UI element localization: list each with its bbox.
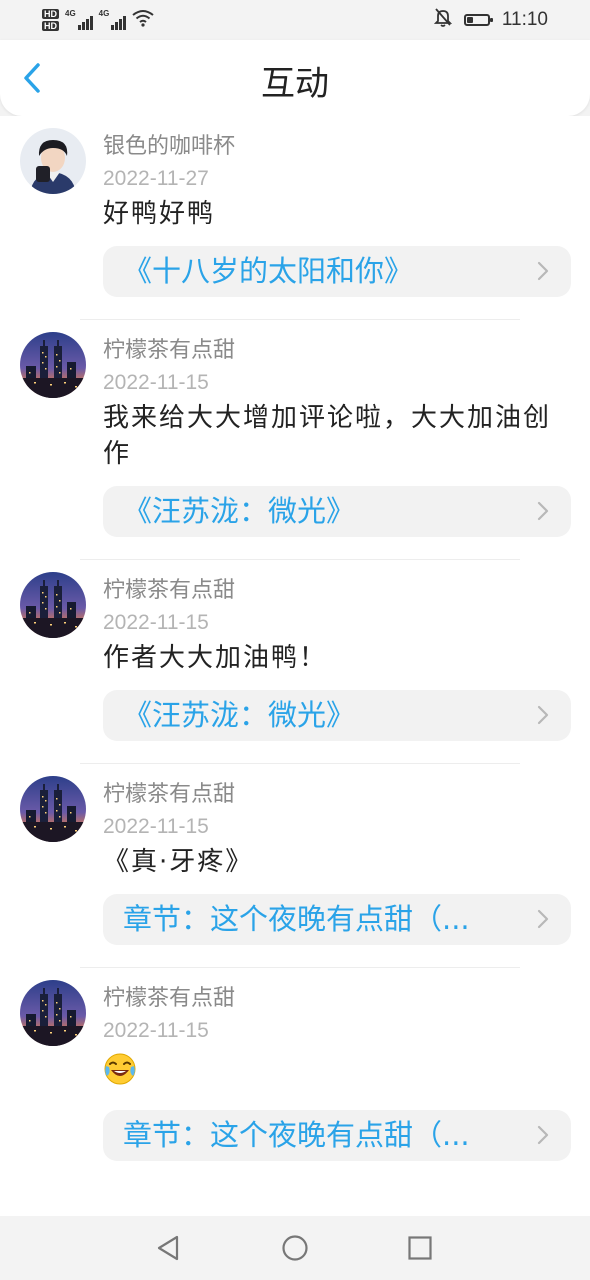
comment-source-link[interactable]: 《汪苏泷：微光》: [103, 486, 571, 537]
chevron-right-icon: [537, 501, 549, 521]
comment-username[interactable]: 柠檬茶有点甜: [103, 778, 572, 812]
comment-username[interactable]: 柠檬茶有点甜: [103, 334, 572, 368]
hd-badge: HD: [42, 21, 59, 31]
avatar[interactable]: [20, 332, 86, 398]
comment-item: 柠檬茶有点甜 2022-11-15 我来给大大增加评论啦，大大加油创作《汪苏泷：微光…: [0, 320, 590, 537]
comment-text: 我来给大大增加评论啦，大大加油创作: [103, 403, 552, 469]
page-title: 互动: [261, 64, 329, 104]
battery-icon: [463, 14, 493, 26]
network-type-label: 4G: [65, 9, 76, 18]
comment-item: 柠檬茶有点甜 2022-11-15 《真·牙疼》章节：这个夜晚有点甜（...: [0, 764, 590, 945]
signal-icon: 4G: [65, 10, 93, 30]
comment-source-title: 《汪苏泷：微光》: [123, 698, 356, 732]
status-bar: HD HD 4G 4G 11:10: [0, 0, 590, 40]
chevron-right-icon: [537, 705, 549, 725]
square-recents-icon: [408, 1236, 432, 1260]
chevron-right-icon: [537, 261, 549, 281]
status-bar-left: HD HD 4G 4G: [42, 4, 154, 36]
comment-date: 2022-11-15: [103, 371, 209, 394]
triangle-back-icon: [157, 1235, 179, 1261]
comment-item: 银色的咖啡杯 2022-11-27 好鸭好鸭《十八岁的太阳和你》: [0, 116, 590, 297]
comment-date: 2022-11-15: [103, 611, 209, 634]
hd-indicators: HD HD: [42, 9, 59, 31]
avatar[interactable]: [20, 980, 86, 1046]
comment-username[interactable]: 柠檬茶有点甜: [103, 982, 572, 1016]
comment-source-link[interactable]: 《汪苏泷：微光》: [103, 690, 571, 741]
circle-home-icon: [282, 1235, 308, 1261]
header: 互动: [0, 40, 590, 116]
chevron-right-icon: [537, 1125, 549, 1145]
comment-item: 柠檬茶有点甜 2022-11-15 章节：这个夜晚有点甜（...: [0, 968, 590, 1161]
comment-source-link[interactable]: 章节：这个夜晚有点甜（...: [103, 894, 571, 945]
comment-source-link[interactable]: 章节：这个夜晚有点甜（...: [103, 1110, 571, 1161]
comment-username[interactable]: 柠檬茶有点甜: [103, 574, 572, 608]
chevron-right-icon: [537, 909, 549, 929]
status-bar-right: 11:10: [433, 0, 548, 40]
comment-source-title: 《汪苏泷：微光》: [123, 494, 356, 528]
nav-recents-button[interactable]: [402, 1230, 438, 1266]
comment-text: [103, 1048, 572, 1096]
comment-text: 好鸭好鸭: [103, 199, 216, 229]
comment-item: 柠檬茶有点甜 2022-11-15 作者大大加油鸭！ 《汪苏泷：微光》: [0, 560, 590, 741]
signal-icon: 4G: [99, 10, 127, 30]
nav-back-button[interactable]: [150, 1230, 186, 1266]
comment-date: 2022-11-27: [103, 167, 209, 190]
laughing-tears-emoji: [103, 1052, 137, 1096]
comment-list[interactable]: 银色的咖啡杯 2022-11-27 好鸭好鸭 《十八岁的太阳和你》 柠檬茶有点甜…: [0, 116, 590, 1216]
avatar[interactable]: [20, 128, 86, 194]
mute-bell-icon: [433, 7, 453, 33]
network-type-label: 4G: [98, 9, 110, 18]
avatar[interactable]: [20, 776, 86, 842]
comment-text: 作者大大加油鸭！: [103, 643, 328, 673]
comment-date: 2022-11-15: [103, 815, 209, 838]
hd-badge: HD: [42, 9, 59, 19]
comment-text: 《真·牙疼》: [103, 847, 254, 877]
comment-source-title: 章节：这个夜晚有点甜（...: [123, 902, 470, 936]
navigation-bar: [0, 1216, 590, 1280]
nav-home-button[interactable]: [277, 1230, 313, 1266]
comment-username[interactable]: 银色的咖啡杯: [103, 130, 572, 164]
comment-source-link[interactable]: 《十八岁的太阳和你》: [103, 246, 571, 297]
comment-source-title: 章节：这个夜晚有点甜（...: [123, 1118, 470, 1152]
comment-date: 2022-11-15: [103, 1019, 209, 1042]
comment-source-title: 《十八岁的太阳和你》: [123, 254, 414, 288]
avatar[interactable]: [20, 572, 86, 638]
wifi-icon: [132, 9, 154, 31]
clock: 11:10: [501, 9, 548, 30]
